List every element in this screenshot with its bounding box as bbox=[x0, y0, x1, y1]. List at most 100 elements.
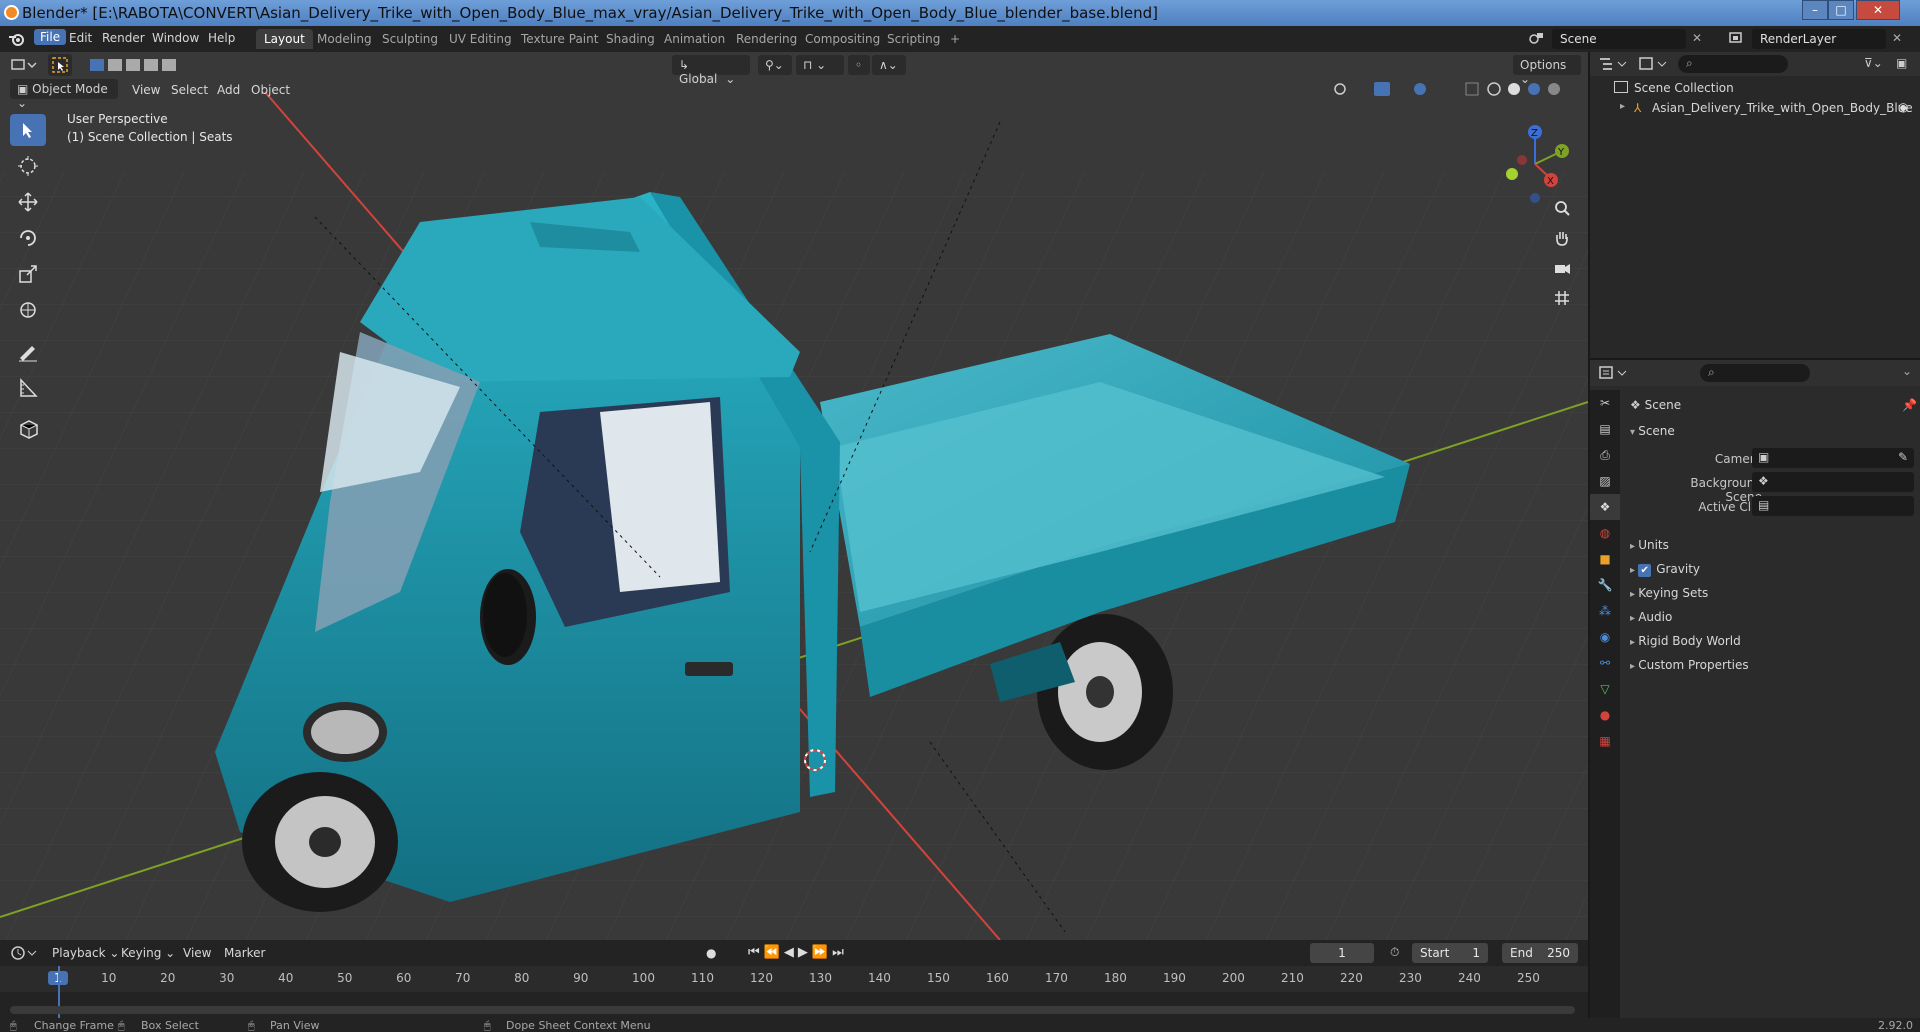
scene-icon[interactable] bbox=[1528, 31, 1544, 48]
world-tab[interactable]: ◍ bbox=[1590, 520, 1620, 546]
section-rigid-body-world[interactable]: ▸ Rigid Body World bbox=[1630, 634, 1741, 648]
menu-render[interactable]: Render bbox=[102, 31, 145, 45]
tool-tab[interactable]: ✂ bbox=[1590, 390, 1620, 416]
view-layer-icon[interactable] bbox=[1728, 31, 1744, 48]
filter-icon[interactable]: ⊽⌄ bbox=[1864, 56, 1883, 70]
scale-tool-button[interactable] bbox=[10, 258, 46, 290]
pivot-point-dropdown[interactable]: ⚲⌄ bbox=[758, 55, 792, 75]
menu-edit[interactable]: Edit bbox=[69, 31, 92, 45]
playback-controls[interactable]: ⏮⏪◀▶⏩⏭ bbox=[748, 945, 848, 960]
display-mode-icon[interactable] bbox=[1638, 56, 1668, 72]
maximize-button[interactable]: □ bbox=[1828, 0, 1854, 20]
tab-texture-paint[interactable]: Texture Paint bbox=[513, 29, 606, 49]
view-layer-selector[interactable]: RenderLayer bbox=[1752, 29, 1886, 49]
add-workspace-button[interactable]: + bbox=[942, 29, 968, 49]
current-frame-field[interactable]: 1 bbox=[1310, 943, 1374, 963]
pan-view-button[interactable] bbox=[1548, 224, 1576, 252]
falloff-icon[interactable]: ∧⌄ bbox=[872, 55, 906, 75]
viewport-menu-add[interactable]: Add bbox=[217, 83, 240, 97]
background-scene-field[interactable]: ❖ bbox=[1752, 472, 1914, 492]
proportional-editing-icon[interactable]: ◦ bbox=[848, 55, 870, 75]
timeline-scrollbar[interactable] bbox=[10, 1006, 1575, 1014]
menu-file[interactable]: File bbox=[34, 29, 67, 45]
particles-tab[interactable]: ⁂ bbox=[1590, 598, 1620, 624]
select-box-tool-icon[interactable] bbox=[48, 54, 72, 76]
transform-orientation-dropdown[interactable]: ↳ Global ⌄ bbox=[672, 55, 750, 86]
zoom-view-button[interactable] bbox=[1548, 194, 1576, 222]
pin-icon[interactable]: 📌 bbox=[1902, 398, 1917, 412]
menu-window[interactable]: Window bbox=[152, 31, 199, 45]
tab-animation[interactable]: Animation bbox=[656, 29, 733, 49]
measure-tool-button[interactable] bbox=[10, 372, 46, 404]
object-mode-dropdown[interactable]: ▣ Object Mode ⌄ bbox=[10, 79, 118, 110]
eyedropper-icon[interactable]: ✎ bbox=[1898, 450, 1908, 464]
transform-tool-button[interactable] bbox=[10, 294, 46, 326]
output-tab[interactable]: ⎙ bbox=[1590, 442, 1620, 468]
chevron-down-icon[interactable]: ⌄ bbox=[1902, 364, 1912, 378]
selection-mode-icons[interactable] bbox=[88, 56, 182, 77]
gravity-checkbox[interactable]: ✔ bbox=[1638, 564, 1652, 577]
outliner-icon[interactable] bbox=[1598, 56, 1628, 72]
tab-sculpting[interactable]: Sculpting bbox=[374, 29, 446, 49]
scene-panel-header[interactable]: ▾ Scene bbox=[1630, 424, 1675, 438]
outliner-row-scene-collection[interactable]: Scene Collection bbox=[1590, 81, 1920, 101]
stopwatch-icon[interactable]: ⏱ bbox=[1390, 945, 1399, 960]
select-tool-button[interactable] bbox=[10, 114, 46, 146]
viewport-menu-view[interactable]: View bbox=[132, 83, 160, 97]
move-tool-button[interactable] bbox=[10, 186, 46, 218]
blender-menu-icon[interactable] bbox=[8, 31, 26, 47]
tab-scripting[interactable]: Scripting bbox=[879, 29, 948, 49]
camera-view-button[interactable] bbox=[1548, 254, 1576, 282]
tab-modeling[interactable]: Modeling bbox=[309, 29, 380, 49]
tab-rendering[interactable]: Rendering bbox=[728, 29, 805, 49]
active-clip-field[interactable]: ▤ bbox=[1752, 496, 1914, 516]
minimize-button[interactable]: – bbox=[1802, 0, 1828, 20]
timeline-menu-view[interactable]: View bbox=[183, 946, 211, 960]
properties-search-input[interactable]: ⌕ bbox=[1700, 364, 1810, 382]
physics-tab[interactable]: ◉ bbox=[1590, 624, 1620, 650]
3d-viewport[interactable]: ↳ Global ⌄ ⚲⌄ ⊓ ⌄ ◦ ∧⌄ Options ⌄ ▣ Object… bbox=[0, 52, 1588, 940]
texture-tab[interactable]: ▦ bbox=[1590, 728, 1620, 754]
constraints-tab[interactable]: ⚯ bbox=[1590, 650, 1620, 676]
timeline-ruler[interactable]: 1102030405060708090100110120130140150160… bbox=[0, 966, 1588, 992]
close-view-layer-icon[interactable]: ✕ bbox=[1892, 31, 1902, 45]
properties-editor-type-icon[interactable] bbox=[1598, 365, 1628, 381]
section-keying-sets[interactable]: ▸ Keying Sets bbox=[1630, 586, 1708, 600]
tab-layout[interactable]: Layout bbox=[256, 29, 313, 49]
add-cube-tool-button[interactable] bbox=[10, 412, 46, 444]
scene-tab[interactable]: ❖ bbox=[1590, 494, 1620, 520]
close-scene-icon[interactable]: ✕ bbox=[1692, 31, 1702, 45]
eye-icon[interactable]: ◉ bbox=[1898, 100, 1908, 114]
record-button[interactable]: ● bbox=[706, 946, 716, 960]
editor-type-icon[interactable] bbox=[10, 57, 38, 73]
tab-shading[interactable]: Shading bbox=[598, 29, 663, 49]
expand-arrow-icon[interactable]: ▸ bbox=[1620, 101, 1625, 112]
data-tab[interactable]: ▽ bbox=[1590, 676, 1620, 702]
tab-uv-editing[interactable]: UV Editing bbox=[441, 29, 520, 49]
tab-compositing[interactable]: Compositing bbox=[797, 29, 888, 49]
material-tab[interactable]: ● bbox=[1590, 702, 1620, 728]
section-units[interactable]: ▸ Units bbox=[1630, 538, 1669, 552]
rotate-tool-button[interactable] bbox=[10, 222, 46, 254]
new-collection-icon[interactable]: ▣ bbox=[1896, 56, 1907, 70]
view-layer-tab[interactable]: ▨ bbox=[1590, 468, 1620, 494]
timeline-editor-type-icon[interactable] bbox=[10, 945, 38, 961]
viewport-visibility-icons[interactable] bbox=[1330, 80, 1588, 101]
section-audio[interactable]: ▸ Audio bbox=[1630, 610, 1672, 624]
modifier-tab[interactable]: 🔧 bbox=[1590, 572, 1620, 598]
scene-selector[interactable]: Scene bbox=[1552, 29, 1686, 49]
ortho-toggle-button[interactable] bbox=[1548, 284, 1576, 312]
start-frame-field[interactable]: Start 1 bbox=[1412, 943, 1488, 963]
object-tab[interactable]: ■ bbox=[1590, 546, 1620, 572]
camera-field[interactable]: ▣ ✎ bbox=[1752, 448, 1914, 468]
annotate-tool-button[interactable] bbox=[10, 336, 46, 368]
viewport-menu-select[interactable]: Select bbox=[171, 83, 208, 97]
outliner-row-trike[interactable]: ▸ ⅄ Asian_Delivery_Trike_with_Open_Body_… bbox=[1590, 100, 1920, 121]
viewport-menu-object[interactable]: Object bbox=[251, 83, 290, 97]
menu-help[interactable]: Help bbox=[208, 31, 235, 45]
section-gravity[interactable]: ▸ ✔ Gravity bbox=[1630, 562, 1700, 577]
snapping-toggle[interactable]: ⊓ ⌄ bbox=[796, 55, 844, 75]
options-dropdown[interactable]: Options ⌄ bbox=[1513, 55, 1581, 86]
render-tab[interactable]: ▤ bbox=[1590, 416, 1620, 442]
close-button[interactable]: ✕ bbox=[1856, 0, 1900, 20]
